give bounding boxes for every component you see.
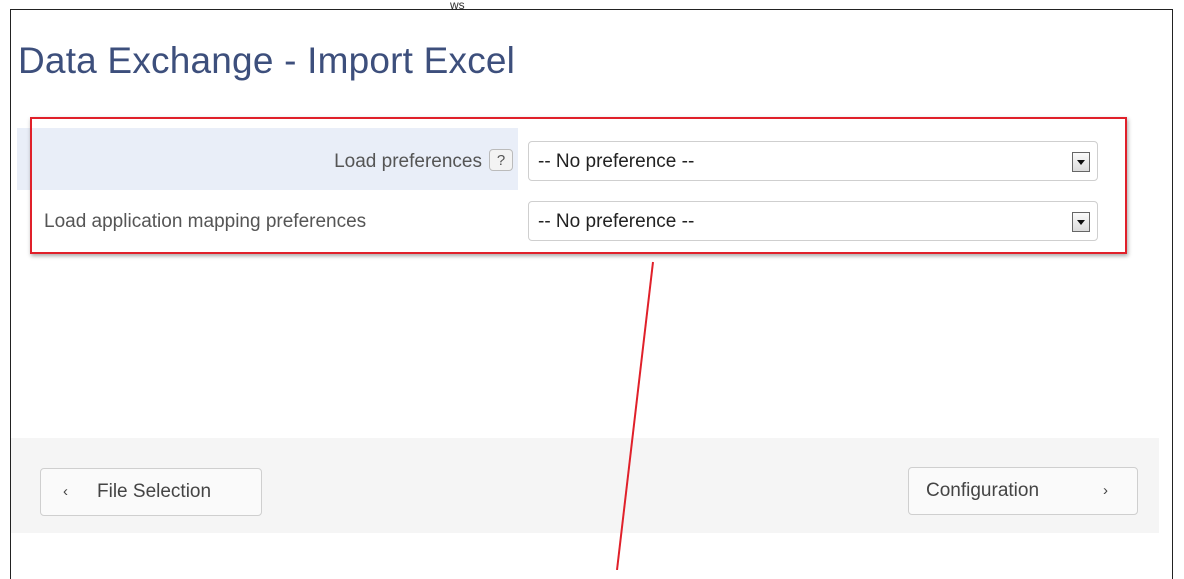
top-annotation-mark: ws (450, 0, 465, 12)
chevron-right-icon: › (1103, 482, 1108, 499)
page-title: Data Exchange - Import Excel (18, 40, 516, 81)
configuration-button[interactable]: Configuration › (908, 467, 1138, 515)
file-selection-label: File Selection (97, 481, 212, 502)
configuration-label: Configuration (926, 480, 1040, 501)
file-selection-button[interactable]: ‹ File Selection (40, 468, 262, 516)
chevron-left-icon: ‹ (63, 483, 68, 500)
annotation-highlight-box (30, 117, 1127, 254)
